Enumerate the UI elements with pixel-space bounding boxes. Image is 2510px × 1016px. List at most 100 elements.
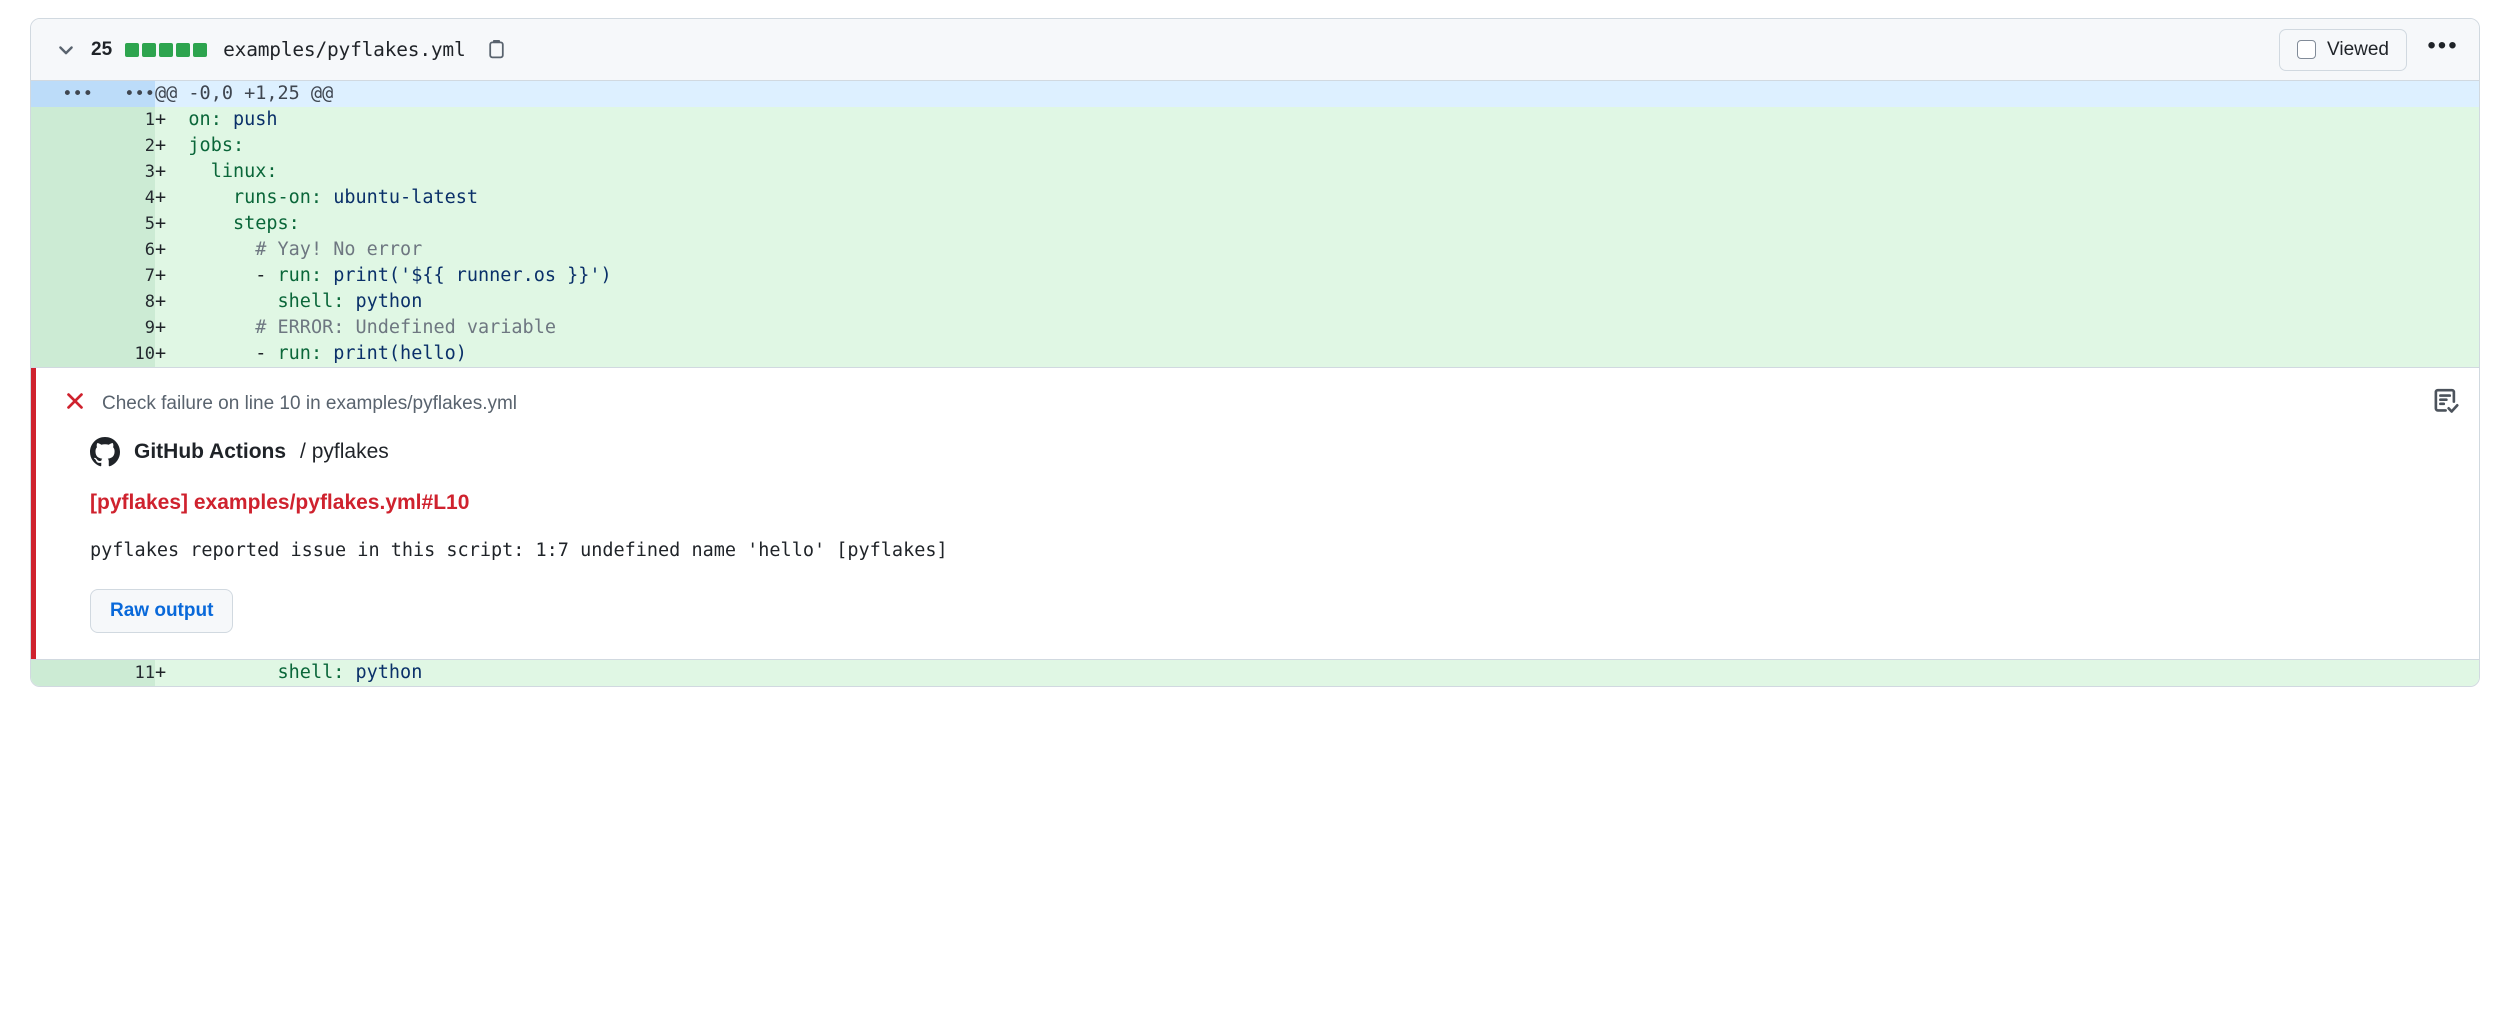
diff-line-number-old[interactable] (31, 133, 93, 159)
diff-page: 25 examples/pyflakes.yml Viewed ••• ••• … (0, 0, 2510, 1016)
diff-code-cell[interactable]: + shell: python (155, 289, 2479, 315)
diff-code-cell[interactable]: + on: push (155, 107, 2479, 133)
diffstat-square-3 (176, 42, 191, 57)
file-options-kebab-icon[interactable]: ••• (2425, 32, 2461, 68)
check-annotation-body: Check failure on line 10 in examples/pyf… (31, 368, 2479, 659)
diff-line-number-new[interactable]: 5 (93, 211, 155, 237)
diff-line-number-new[interactable]: 2 (93, 133, 155, 159)
code-token-plain: - (166, 265, 278, 286)
code-token-plain: - (166, 343, 278, 364)
check-annotation-row: Check failure on line 10 in examples/pyf… (31, 367, 2479, 660)
table-row: 8 + shell: python (31, 289, 2479, 315)
diff-line-number-new[interactable]: 9 (93, 315, 155, 341)
hunk-left-ellipsis[interactable]: ••• (31, 81, 93, 107)
diff-code-cell[interactable]: + # ERROR: Undefined variable (155, 315, 2479, 341)
diff-line-number-new[interactable]: 1 (93, 107, 155, 133)
diff-code-cell[interactable]: + # Yay! No error (155, 237, 2479, 263)
diff-marker: + (155, 291, 167, 312)
code-token-val: python (355, 662, 423, 683)
code-token-key: run: (277, 265, 323, 286)
hunk-header-row: ••• ••• @@ -0,0 +1,25 @@ (31, 81, 2479, 107)
diffstat-square-0 (125, 42, 140, 57)
diff-line-number-old[interactable] (31, 660, 93, 686)
checklist-report-icon[interactable] (2431, 386, 2465, 420)
code-token-key: steps: (232, 213, 300, 234)
diff-code-cell[interactable]: + jobs: (155, 133, 2479, 159)
code-token-key: linux: (210, 161, 278, 182)
viewed-checkbox-button[interactable]: Viewed (2279, 28, 2407, 71)
diff-line-number-new[interactable]: 10 (93, 341, 155, 367)
table-row: 7 + - run: print('${{ runner.os }}') (31, 263, 2479, 289)
diff-line-number-new[interactable]: 8 (93, 289, 155, 315)
diff-line-number-old[interactable] (31, 341, 93, 367)
diff-marker: + (155, 187, 167, 208)
code-token-key: run: (277, 343, 323, 364)
code-token-val: print('${{ runner.os }}') (333, 265, 612, 286)
table-row: 11 + shell: python (31, 660, 2479, 686)
diff-line-number-old[interactable] (31, 159, 93, 185)
check-app-check-name[interactable]: / pyflakes (300, 440, 389, 464)
diffstat-square-2 (159, 42, 174, 57)
diff-line-number-old[interactable] (31, 107, 93, 133)
diff-line-number-new[interactable]: 7 (93, 263, 155, 289)
code-token-key: shell: (277, 291, 345, 312)
viewed-label: Viewed (2327, 38, 2389, 60)
table-row: 5 + steps: (31, 211, 2479, 237)
code-token-key: on: (188, 109, 222, 130)
diff-line-number-old[interactable] (31, 211, 93, 237)
diff-marker: + (155, 317, 167, 338)
check-annotation-heading: Check failure on line 10 in examples/pyf… (102, 392, 518, 414)
check-annotation-cell: Check failure on line 10 in examples/pyf… (31, 367, 2479, 660)
diff-code-cell[interactable]: + steps: (155, 211, 2479, 237)
diff-code-cell[interactable]: + runs-on: ubuntu-latest (155, 185, 2479, 211)
table-row: 2 + jobs: (31, 133, 2479, 159)
github-mark-icon (90, 437, 120, 467)
diff-line-number-old[interactable] (31, 289, 93, 315)
diff-line-number-old[interactable] (31, 237, 93, 263)
hunk-header-text: @@ -0,0 +1,25 @@ (155, 81, 2479, 107)
diff-marker: + (155, 161, 167, 182)
diff-code-cell[interactable]: + linux: (155, 159, 2479, 185)
copy-path-icon[interactable] (483, 37, 509, 63)
diff-line-number-new[interactable]: 4 (93, 185, 155, 211)
table-row: 10 + - run: print(hello) (31, 341, 2479, 367)
diff-marker: + (155, 135, 167, 156)
diff-line-number-new[interactable]: 6 (93, 237, 155, 263)
file-diff-card: 25 examples/pyflakes.yml Viewed ••• ••• … (30, 18, 2480, 687)
diff-code-cell[interactable]: + shell: python (155, 660, 2479, 686)
file-header-left: 25 examples/pyflakes.yml (53, 37, 2279, 63)
hunk-right-ellipsis[interactable]: ••• (93, 81, 155, 107)
file-path[interactable]: examples/pyflakes.yml (223, 38, 466, 61)
diff-marker: + (155, 213, 167, 234)
viewed-checkbox[interactable] (2297, 40, 2317, 59)
code-token-key: runs-on: (232, 187, 323, 208)
check-app: GitHub Actions / pyflakes (90, 437, 2455, 467)
diff-line-number-old[interactable] (31, 185, 93, 211)
diff-line-number-new[interactable]: 3 (93, 159, 155, 185)
diff-marker: + (155, 239, 167, 260)
diff-line-number-new[interactable]: 11 (93, 660, 155, 686)
diff-marker: + (155, 265, 167, 286)
check-annotation-header: Check failure on line 10 in examples/pyf… (64, 390, 2455, 417)
diff-line-number-old[interactable] (31, 315, 93, 341)
chevron-down-icon[interactable] (53, 37, 79, 63)
diff-line-count: 25 (91, 38, 113, 60)
diff-code-cell[interactable]: + - run: print('${{ runner.os }}') (155, 263, 2479, 289)
check-app-name[interactable]: GitHub Actions (134, 440, 286, 464)
table-row: 3 + linux: (31, 159, 2479, 185)
table-row: 4 + runs-on: ubuntu-latest (31, 185, 2479, 211)
diff-line-number-old[interactable] (31, 263, 93, 289)
diff-code-cell[interactable]: + - run: print(hello) (155, 341, 2479, 367)
raw-output-button[interactable]: Raw output (90, 589, 234, 633)
